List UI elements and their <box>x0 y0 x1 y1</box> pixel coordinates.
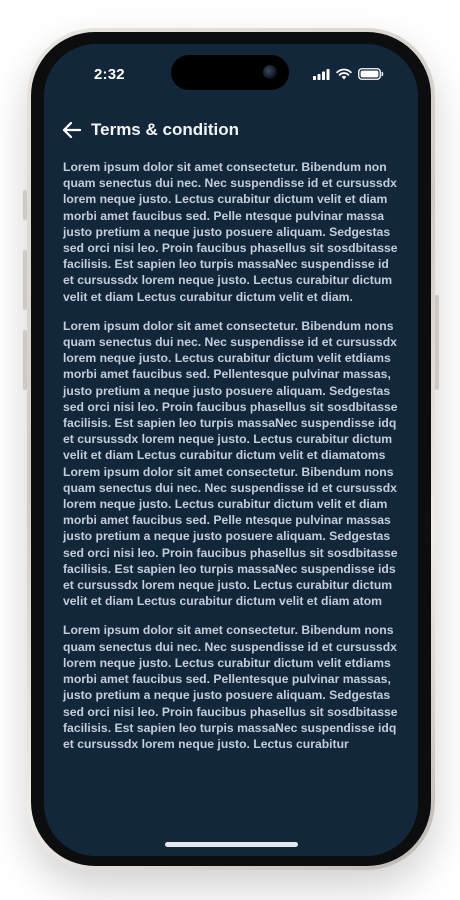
volume-up-button <box>23 250 27 310</box>
terms-paragraph: Lorem ipsum dolor sit amet consectetur. … <box>63 160 398 304</box>
status-time: 2:32 <box>94 66 125 83</box>
action-button <box>23 190 27 220</box>
terms-paragraph: Lorem ipsum dolor sit amet consectetur. … <box>63 623 398 751</box>
back-button[interactable] <box>61 119 83 141</box>
dynamic-island <box>171 55 289 90</box>
wifi-icon <box>336 68 352 80</box>
page-title: Terms & condition <box>91 120 239 139</box>
home-indicator[interactable] <box>165 842 298 847</box>
page-header: Terms & condition <box>61 118 239 142</box>
volume-down-button <box>23 330 27 390</box>
terms-paragraph: Lorem ipsum dolor sit amet consectetur. … <box>63 318 398 609</box>
power-button <box>435 295 439 390</box>
arrow-left-icon <box>63 122 81 138</box>
camera-icon <box>263 65 277 79</box>
signal-icon <box>313 68 330 80</box>
battery-icon <box>358 68 384 80</box>
status-icons <box>313 68 384 80</box>
app-screen: 2:32 Terms & condition Lorem ipsum dolor… <box>44 44 418 856</box>
terms-content[interactable]: Lorem ipsum dolor sit amet consectetur. … <box>63 159 399 765</box>
